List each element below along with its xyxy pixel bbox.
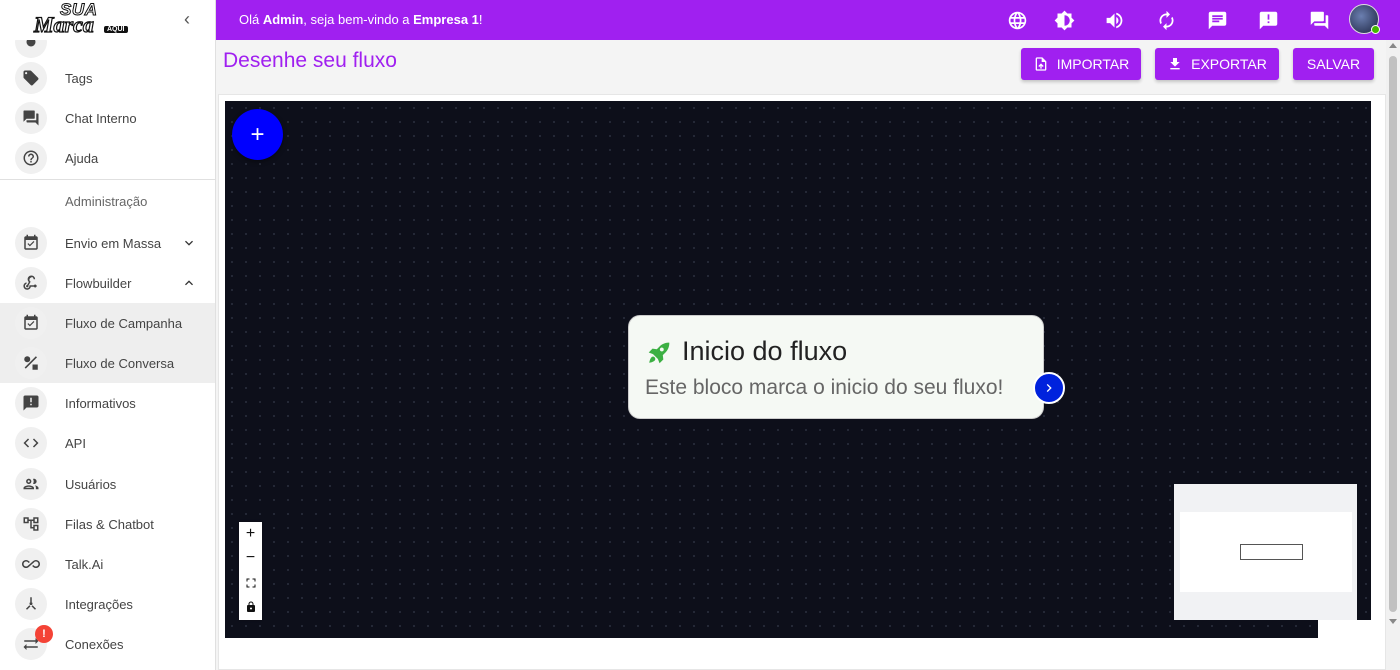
canvas-attribution (1318, 620, 1371, 638)
rocket-icon (648, 342, 670, 364)
chevron-down-icon[interactable] (180, 234, 198, 252)
code-icon (15, 427, 47, 459)
chevron-left-icon[interactable]: ‹ (176, 8, 198, 30)
sidebar-item-label: Conexões (65, 636, 124, 652)
people-icon (15, 468, 47, 500)
chevron-up-icon[interactable] (180, 274, 198, 292)
sidebar-item-label: API (65, 435, 86, 451)
brand-logo[interactable]: SUA Marca AQUI (30, 0, 134, 38)
sidebar-item-label: Integrações (65, 596, 133, 612)
sidebar-item-label: Filas & Chatbot (65, 516, 154, 532)
message-icon[interactable] (1204, 7, 1230, 33)
sidebar-item-usuarios[interactable]: Usuários (0, 464, 215, 504)
webhook-icon (15, 267, 47, 299)
minimap-node (1240, 544, 1303, 560)
sidebar-item-conexoes[interactable]: Conexões (0, 624, 215, 664)
chat-icon (15, 102, 47, 134)
node-output-handle[interactable] (1033, 372, 1065, 404)
zoom-out-button[interactable]: − (239, 546, 262, 570)
language-icon[interactable] (1004, 7, 1030, 33)
hub-icon (15, 588, 47, 620)
sidebar-item-label: Talk.Ai (65, 556, 104, 572)
zoom-in-button[interactable]: + (239, 522, 262, 546)
export-button[interactable]: EXPORTAR (1155, 48, 1279, 80)
sidebar-item-label: Usuários (65, 476, 117, 492)
sidebar-item-label: Chat Interno (65, 110, 137, 126)
sidebar-item-envio-em-massa[interactable]: Envio em Massa (0, 223, 215, 263)
account-tree-icon (15, 508, 47, 540)
sidebar: Tags Chat Interno Ajuda Administração En… (0, 0, 216, 670)
node-subtitle: Este bloco marca o inicio do seu fluxo! (645, 376, 1004, 399)
notification-badge: ! (35, 625, 53, 643)
sidebar-item-talk-ai[interactable]: Talk.Ai (0, 544, 215, 584)
forum-icon[interactable] (1306, 7, 1332, 33)
chevron-right-icon (1046, 384, 1052, 392)
canvas-controls: + − (239, 522, 262, 620)
sidebar-item-tags[interactable]: Tags (0, 58, 215, 98)
help-icon (15, 142, 47, 174)
sidebar-item-label: Envio em Massa (65, 235, 162, 251)
sidebar-item-label: Flowbuilder (65, 275, 132, 291)
sidebar-item-ajuda[interactable]: Ajuda (0, 138, 215, 178)
event-check-icon (15, 307, 47, 339)
sidebar-item-integracoes[interactable]: Integrações (0, 584, 215, 624)
add-node-button[interactable]: + (232, 109, 283, 160)
lock-icon (246, 601, 255, 612)
shapes-icon (15, 347, 47, 379)
lock-button[interactable] (239, 595, 262, 619)
announcement-icon (15, 387, 47, 419)
upload-file-icon (1035, 57, 1047, 71)
scroll-up-arrow[interactable] (1389, 43, 1397, 48)
scrollbar-thumb[interactable] (1389, 56, 1397, 612)
sidebar-item-fluxo-de-campanha[interactable]: Fluxo de Campanha (0, 303, 215, 343)
brightness-icon[interactable] (1051, 7, 1077, 33)
import-button[interactable]: IMPORTAR (1021, 48, 1141, 80)
sidebar-item-label: Fluxo de Conversa (65, 355, 175, 371)
infinity-icon (15, 548, 47, 580)
save-button[interactable]: SALVAR (1293, 48, 1374, 80)
tag-icon (15, 62, 47, 94)
logo-bar: SUA Marca AQUI ‹ (0, 0, 215, 40)
sidebar-item-label: Ajuda (65, 150, 99, 166)
download-icon (1170, 58, 1180, 70)
sidebar-item-informativos[interactable]: Informativos (0, 383, 215, 423)
sidebar-item-label: Fluxo de Campanha (65, 315, 183, 331)
fit-view-button[interactable] (239, 571, 262, 595)
sidebar-item-flowbuilder[interactable]: Flowbuilder (0, 263, 215, 303)
sidebar-item-label: Tags (65, 70, 93, 86)
section-label-administracao: Administração (65, 194, 148, 209)
node-title: Inicio do fluxo (682, 336, 848, 366)
announcement-icon[interactable] (1255, 7, 1281, 33)
sidebar-item-filas-chatbot[interactable]: Filas & Chatbot (0, 504, 215, 544)
refresh-icon[interactable] (1153, 7, 1179, 33)
fullscreen-icon (246, 578, 255, 588)
start-node[interactable]: Inicio do fluxo Este bloco marca o inici… (628, 315, 1044, 419)
sidebar-item-label: Informativos (65, 395, 136, 411)
sidebar-item-fluxo-de-conversa[interactable]: Fluxo de Conversa (0, 343, 215, 383)
sidebar-divider (0, 179, 215, 180)
sidebar-item-api[interactable]: API (0, 423, 215, 463)
event-check-icon (15, 227, 47, 259)
online-status-dot (1371, 25, 1380, 34)
top-app-bar: Olá Admin, seja bem-vindo a Empresa 1! (216, 0, 1400, 40)
sidebar-item-chat-interno[interactable]: Chat Interno (0, 98, 215, 138)
scroll-down-arrow[interactable] (1389, 619, 1397, 624)
welcome-message: Olá Admin, seja bem-vindo a Empresa 1! (239, 12, 483, 27)
page-title: Desenhe seu fluxo (223, 49, 397, 72)
volume-icon[interactable] (1101, 7, 1127, 33)
